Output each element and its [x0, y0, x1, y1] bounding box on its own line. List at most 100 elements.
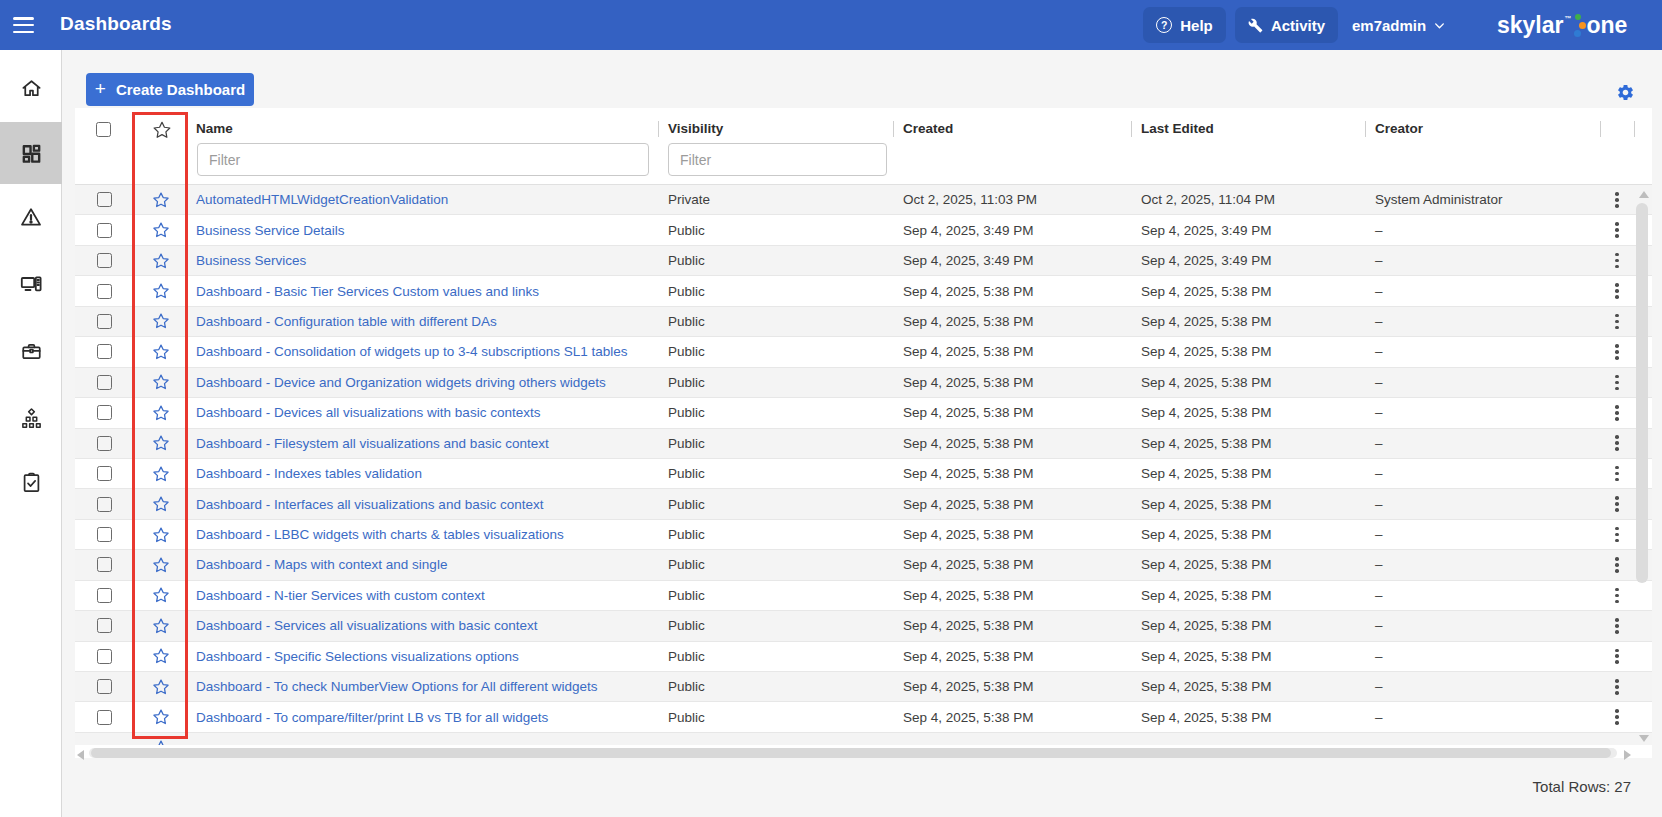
row-actions-menu[interactable] — [1613, 403, 1621, 423]
favorite-star[interactable] — [133, 495, 188, 513]
sidebar-item-devices[interactable] — [0, 254, 62, 316]
dashboard-link[interactable]: Dashboard - To check NumberView Options … — [196, 679, 597, 694]
visibility-filter-input[interactable] — [668, 143, 887, 176]
row-actions-menu[interactable] — [1613, 373, 1621, 393]
row-actions-menu[interactable] — [1613, 220, 1621, 240]
scroll-right-arrow[interactable] — [1624, 750, 1631, 760]
row-checkbox[interactable] — [97, 223, 112, 238]
favorite-star[interactable] — [133, 617, 188, 635]
user-menu[interactable]: em7admin — [1352, 0, 1446, 50]
column-header-created[interactable]: Created — [903, 121, 953, 136]
row-checkbox[interactable] — [97, 375, 112, 390]
dashboard-link[interactable]: Dashboard - Device and Organization widg… — [196, 375, 606, 390]
dashboard-link[interactable]: Dashboard - Devices all visualizations w… — [196, 405, 540, 420]
scroll-left-arrow[interactable] — [77, 750, 84, 760]
favorite-star[interactable] — [133, 586, 188, 604]
row-actions-menu[interactable] — [1613, 586, 1621, 606]
row-checkbox[interactable] — [97, 649, 112, 664]
sidebar-item-dashboards[interactable] — [0, 122, 62, 184]
row-checkbox[interactable] — [97, 253, 112, 268]
row-actions-menu[interactable] — [1613, 555, 1621, 575]
row-actions-menu[interactable] — [1613, 312, 1621, 332]
scroll-up-arrow[interactable] — [1639, 191, 1649, 198]
favorite-star[interactable] — [133, 739, 188, 745]
menu-icon[interactable] — [13, 17, 34, 33]
dashboard-link[interactable]: Dashboard - LBBC widgets with charts & t… — [196, 527, 564, 542]
favorite-star[interactable] — [133, 221, 188, 239]
activity-button[interactable]: Activity — [1235, 7, 1338, 43]
row-checkbox[interactable] — [97, 497, 112, 512]
sidebar-item-events[interactable] — [0, 186, 62, 248]
dashboard-link[interactable]: Dashboard - Services all visualizations … — [196, 618, 537, 633]
dashboard-link[interactable]: Dashboard - Indexes tables validation — [196, 466, 422, 481]
favorite-star[interactable] — [133, 312, 188, 330]
row-checkbox[interactable] — [97, 527, 112, 542]
row-actions-menu[interactable] — [1613, 494, 1621, 514]
favorite-star[interactable] — [133, 191, 188, 209]
vertical-scrollbar[interactable] — [1636, 188, 1648, 742]
name-filter-input[interactable] — [197, 143, 649, 176]
row-actions-menu[interactable] — [1613, 616, 1621, 636]
dashboard-link[interactable]: Dashboard - To compare/filter/print LB v… — [196, 710, 548, 725]
favorite-star[interactable] — [133, 404, 188, 422]
dashboard-link[interactable]: Dashboard - Consolidation of widgets up … — [196, 344, 628, 359]
dashboard-link[interactable]: Dashboard - Basic Tier Services Custom v… — [196, 284, 539, 299]
favorite-column-header[interactable] — [152, 120, 172, 140]
row-checkbox[interactable] — [97, 618, 112, 633]
sidebar-item-maps[interactable] — [0, 387, 62, 449]
row-checkbox[interactable] — [97, 405, 112, 420]
dashboard-link[interactable]: Business Services — [196, 253, 306, 268]
row-actions-menu[interactable] — [1613, 464, 1621, 484]
favorite-star[interactable] — [133, 465, 188, 483]
favorite-star[interactable] — [133, 282, 188, 300]
row-checkbox[interactable] — [97, 710, 112, 725]
row-actions-menu[interactable] — [1613, 707, 1621, 727]
dashboard-link[interactable]: Dashboard - Configuration table with dif… — [196, 314, 497, 329]
row-checkbox[interactable] — [97, 679, 112, 694]
dashboard-link[interactable]: Dashboard - Interfaces all visualization… — [196, 497, 543, 512]
dashboard-link[interactable]: Dashboard - Specific Selections visualiz… — [196, 649, 519, 664]
sidebar-item-tasks[interactable] — [0, 451, 62, 513]
row-actions-menu[interactable] — [1613, 251, 1621, 271]
column-header-visibility[interactable]: Visibility — [668, 121, 723, 136]
sidebar-item-business-services[interactable] — [0, 320, 62, 382]
favorite-star[interactable] — [133, 373, 188, 391]
favorite-star[interactable] — [133, 647, 188, 665]
favorite-star[interactable] — [133, 556, 188, 574]
favorite-star[interactable] — [133, 678, 188, 696]
row-checkbox[interactable] — [97, 284, 112, 299]
row-actions-menu[interactable] — [1613, 525, 1621, 545]
row-checkbox[interactable] — [97, 557, 112, 572]
favorite-star[interactable] — [133, 434, 188, 452]
dashboard-link[interactable]: Business Service Details — [196, 223, 345, 238]
dashboard-link[interactable]: Dashboard - Maps with context and single — [196, 557, 447, 572]
sidebar-item-home[interactable] — [0, 57, 62, 119]
row-actions-menu[interactable] — [1613, 342, 1621, 362]
column-header-last-edited[interactable]: Last Edited — [1141, 121, 1214, 136]
row-checkbox[interactable] — [97, 466, 112, 481]
row-checkbox[interactable] — [97, 314, 112, 329]
column-header-name[interactable]: Name — [196, 121, 233, 136]
row-actions-menu[interactable] — [1613, 677, 1621, 697]
favorite-star[interactable] — [133, 343, 188, 361]
row-actions-menu[interactable] — [1613, 647, 1621, 667]
row-checkbox[interactable] — [97, 436, 112, 451]
column-header-creator[interactable]: Creator — [1375, 121, 1423, 136]
settings-gear-icon[interactable] — [1616, 83, 1635, 102]
favorite-star[interactable] — [133, 526, 188, 544]
scroll-down-arrow[interactable] — [1639, 735, 1649, 742]
select-all-checkbox[interactable] — [96, 122, 111, 137]
dashboard-link[interactable]: Dashboard - N-tier Services with custom … — [196, 588, 485, 603]
dashboard-link[interactable]: Dashboard - Filesystem all visualization… — [196, 436, 549, 451]
help-button[interactable]: ? Help — [1143, 7, 1226, 43]
favorite-star[interactable] — [133, 708, 188, 726]
row-checkbox[interactable] — [97, 192, 112, 207]
favorite-star[interactable] — [133, 252, 188, 270]
row-actions-menu[interactable] — [1613, 281, 1621, 301]
row-checkbox[interactable] — [97, 588, 112, 603]
horizontal-scrollbar[interactable] — [75, 748, 1652, 758]
row-actions-menu[interactable] — [1613, 190, 1621, 210]
create-dashboard-button[interactable]: + Create Dashboard — [86, 73, 254, 106]
dashboard-link[interactable]: AutomatedHTMLWidgetCreationValidation — [196, 192, 448, 207]
row-checkbox[interactable] — [97, 344, 112, 359]
